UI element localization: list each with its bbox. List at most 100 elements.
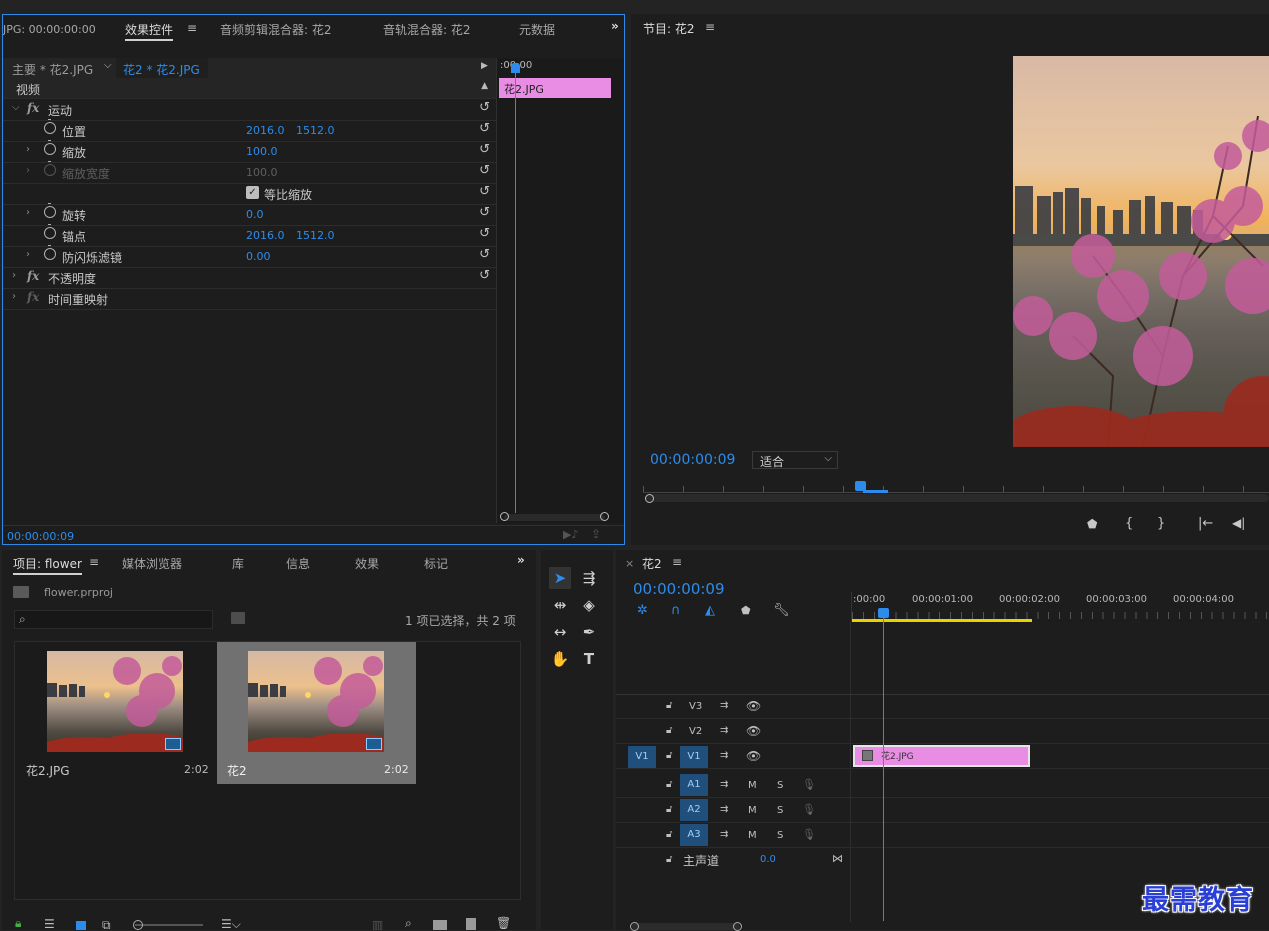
- position-row[interactable]: 位置 2016.0 1512.0 ↺: [3, 119, 496, 142]
- reset-icon[interactable]: ↺: [479, 163, 490, 178]
- anchor-x-value[interactable]: 2016.0: [246, 229, 285, 242]
- chevron-down-icon[interactable]: ⌵: [12, 102, 20, 113]
- timeline-scrollbar[interactable]: [630, 922, 742, 931]
- type-tool-icon[interactable]: T: [578, 648, 600, 670]
- program-monitor-title[interactable]: 节目: 花2: [643, 20, 695, 37]
- mark-in-icon[interactable]: {: [1125, 516, 1133, 531]
- lock-icon[interactable]: 🔓︎: [666, 854, 672, 865]
- pen-tool-icon[interactable]: ✒: [578, 621, 600, 643]
- tab-audio-track-mixer[interactable]: 音轨混合器: 花2: [383, 21, 471, 38]
- eye-icon[interactable]: 👁︎: [746, 749, 761, 763]
- magnet-icon[interactable]: ∩: [671, 603, 681, 618]
- go-to-end-icon[interactable]: ⋈: [832, 852, 843, 865]
- chevron-down-icon[interactable]: ⌵: [104, 60, 112, 71]
- opacity-row[interactable]: › fx 不透明度 ↺: [3, 267, 496, 289]
- razor-tool-icon[interactable]: ◈: [578, 594, 600, 616]
- timeline-playhead-icon[interactable]: [878, 608, 889, 618]
- collapse-up-icon[interactable]: ▲: [481, 81, 488, 91]
- sync-lock-icon[interactable]: ⇉: [720, 725, 728, 736]
- mute-button[interactable]: M: [748, 780, 757, 791]
- program-time-ruler[interactable]: [643, 484, 1269, 493]
- reset-icon[interactable]: ↺: [479, 247, 490, 262]
- microphone-icon[interactable]: 🎙︎: [802, 803, 816, 816]
- chevron-right-icon[interactable]: ›: [26, 207, 30, 218]
- eye-icon[interactable]: 👁︎: [746, 699, 761, 713]
- mute-button[interactable]: M: [748, 830, 757, 841]
- work-area-bar[interactable]: [852, 619, 1032, 622]
- master-volume-value[interactable]: 0.0: [760, 854, 776, 865]
- overflow-chevron-icon[interactable]: »: [611, 19, 619, 33]
- zoom-slider[interactable]: [135, 924, 203, 926]
- track-a1[interactable]: 🔓︎ A1 ⇉ M S 🎙︎: [616, 774, 1269, 798]
- tab-libraries[interactable]: 库: [232, 555, 244, 572]
- lock-icon[interactable]: 🔓︎: [666, 829, 672, 840]
- master-clip-label[interactable]: 主要 * 花2.JPG: [12, 61, 93, 78]
- sequence-clip-label[interactable]: 花2 * 花2.JPG: [123, 61, 200, 78]
- chevron-right-icon[interactable]: ›: [26, 249, 30, 260]
- selection-tool-icon[interactable]: ➤: [549, 567, 571, 589]
- zoom-select[interactable]: 适合 ⌵: [752, 451, 838, 469]
- mute-button[interactable]: M: [748, 805, 757, 816]
- reset-icon[interactable]: ↺: [479, 205, 490, 220]
- track-target-a1[interactable]: A1: [680, 774, 708, 796]
- chevron-right-icon[interactable]: ›: [12, 291, 16, 302]
- tab-project[interactable]: 项目: flower: [13, 555, 82, 575]
- fx-icon[interactable]: fx: [27, 269, 39, 283]
- motion-row[interactable]: ⌵ fx 运动 ↺: [3, 99, 496, 121]
- panel-menu-icon[interactable]: ≡: [672, 555, 682, 569]
- panel-menu-icon[interactable]: ≡: [89, 555, 99, 569]
- microphone-icon[interactable]: 🎙︎: [802, 828, 816, 841]
- track-target-a2[interactable]: A2: [680, 799, 708, 821]
- sync-lock-icon[interactable]: ⇉: [720, 829, 728, 840]
- sync-lock-icon[interactable]: ⇉: [720, 750, 728, 761]
- reset-icon[interactable]: ↺: [479, 184, 490, 199]
- lock-icon[interactable]: 🔒︎: [15, 916, 21, 930]
- track-a2[interactable]: 🔓︎ A2 ⇉ M S 🎙︎: [616, 799, 1269, 823]
- lock-icon[interactable]: 🔓︎: [666, 804, 672, 815]
- thumbnail[interactable]: [248, 651, 384, 752]
- program-zoom-scrollbar[interactable]: [645, 494, 1269, 503]
- track-target-v1[interactable]: V1: [680, 746, 708, 768]
- tab-audio-clip-mixer[interactable]: 音频剪辑混合器: 花2: [220, 21, 332, 38]
- reset-icon[interactable]: ↺: [479, 100, 490, 115]
- timeline-time-ruler[interactable]: :00:00 00:00:01:00 00:00:02:00 00:00:03:…: [851, 592, 1269, 622]
- overflow-chevron-icon[interactable]: »: [517, 553, 525, 567]
- freeform-view-icon[interactable]: ⧉: [102, 918, 111, 930]
- stopwatch-icon[interactable]: [44, 224, 56, 239]
- playhead-handle-icon[interactable]: [511, 63, 520, 73]
- find-icon[interactable]: ⌕: [405, 916, 412, 930]
- panel-menu-icon[interactable]: ≡: [187, 21, 197, 35]
- tab-info[interactable]: 信息: [286, 555, 310, 572]
- sync-lock-icon[interactable]: ⇉: [720, 779, 728, 790]
- uniform-scale-checkbox[interactable]: ✓: [246, 186, 259, 199]
- ripple-edit-tool-icon[interactable]: ⇹: [549, 594, 571, 616]
- chevron-right-icon[interactable]: ›: [26, 144, 30, 155]
- close-icon[interactable]: ×: [625, 557, 634, 570]
- list-view-icon[interactable]: ☰: [44, 917, 55, 930]
- tab-effects[interactable]: 效果: [355, 555, 379, 572]
- position-y-value[interactable]: 1512.0: [296, 124, 335, 137]
- tab-effect-controls[interactable]: 效果控件: [125, 21, 174, 41]
- wrench-icon[interactable]: 🔧︎: [773, 603, 790, 618]
- timeline-timecode[interactable]: 00:00:00:09: [633, 580, 725, 598]
- chevron-right-icon[interactable]: ›: [12, 270, 16, 281]
- sync-lock-icon[interactable]: ⇉: [720, 804, 728, 815]
- tab-metadata[interactable]: 元数据: [519, 21, 555, 38]
- anchor-y-value[interactable]: 1512.0: [296, 229, 335, 242]
- stopwatch-icon[interactable]: [44, 245, 56, 260]
- step-back-icon[interactable]: ◀|: [1232, 516, 1245, 530]
- project-search-input[interactable]: ⌕: [14, 610, 213, 629]
- master-track[interactable]: 🔓︎ 主声道 0.0 ⋈: [616, 849, 1269, 872]
- stopwatch-icon[interactable]: [44, 119, 56, 134]
- scale-value[interactable]: 100.0: [246, 145, 278, 158]
- reset-icon[interactable]: ↺: [479, 226, 490, 241]
- trash-icon[interactable]: 🗑︎: [496, 916, 511, 930]
- solo-button[interactable]: S: [777, 830, 783, 841]
- track-v3[interactable]: 🔓︎ V3 ⇉ 👁︎: [616, 695, 1269, 719]
- effect-controls-timecode[interactable]: 00:00:00:09: [7, 530, 74, 543]
- lock-icon[interactable]: 🔓︎: [666, 750, 672, 761]
- timeline-playhead-line[interactable]: [883, 618, 884, 921]
- project-item-sequence[interactable]: 花2 2:02: [217, 642, 416, 784]
- stopwatch-icon[interactable]: [44, 140, 56, 155]
- add-marker-icon[interactable]: ⬟: [741, 604, 751, 617]
